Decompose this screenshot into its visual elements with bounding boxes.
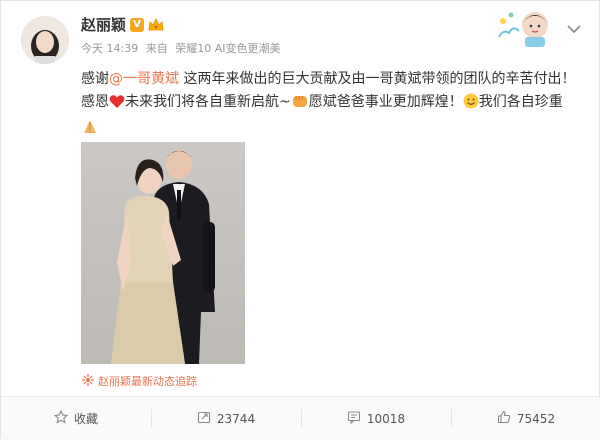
post-time[interactable]: 今天 14:39 <box>81 42 138 55</box>
username[interactable]: 赵丽颖 V <box>81 14 164 35</box>
like-button[interactable]: 75452 <box>451 397 600 440</box>
favorite-button[interactable]: 收藏 <box>1 397 151 440</box>
action-bar: 收藏 23744 10018 75452 <box>1 397 600 440</box>
chevron-down-icon[interactable] <box>567 19 581 34</box>
username-text[interactable]: 赵丽颖 <box>81 14 126 35</box>
repost-icon <box>197 410 211 427</box>
post-text: 感谢@一哥黄斌 这两年来做出的巨大贡献及由一哥黄斌带领的团队的辛苦付出！ 感恩未… <box>81 68 581 143</box>
avatar[interactable] <box>21 16 69 64</box>
comment-count: 10018 <box>366 411 406 426</box>
comment-icon <box>347 410 361 427</box>
from-label: 来自 <box>145 42 168 55</box>
verified-badge: V <box>130 17 145 32</box>
link-icon <box>82 373 94 389</box>
post-meta: 今天 14:39 来自 荣耀10 AI变色更潮美 <box>81 40 284 56</box>
post-text-segment: 感谢 <box>81 71 109 87</box>
repost-count: 23744 <box>216 411 256 426</box>
heart-icon <box>109 94 125 117</box>
smile-icon <box>463 93 479 117</box>
card-decoration-icon <box>497 7 553 47</box>
post-text-segment: 愿斌爸爸事业更加辉煌！ <box>308 94 463 110</box>
mention-link[interactable]: @一哥黄斌 <box>109 71 179 87</box>
post-text-segment: 我们各自珍重 <box>478 94 563 110</box>
like-count: 75452 <box>516 411 556 426</box>
crown-icon <box>148 17 164 32</box>
post-photo[interactable] <box>81 142 245 364</box>
post-text-segment: 这两年来做出的巨大贡献及由一哥黄斌带领的团队的辛苦付出！ <box>179 71 576 87</box>
post-text-segment: 感恩 <box>81 94 109 110</box>
device-source[interactable]: 荣耀10 AI变色更潮美 <box>175 42 280 55</box>
favorite-label: 收藏 <box>73 412 98 426</box>
source-link-text[interactable]: 赵丽颖最新动态追踪 <box>98 373 197 389</box>
pray-icon <box>81 119 99 143</box>
thumb-up-icon <box>497 410 511 427</box>
post-text-segment: 未来我们将各自重新启航~ <box>125 94 291 110</box>
repost-button[interactable]: 23744 <box>151 397 301 440</box>
star-icon <box>53 409 69 427</box>
source-link[interactable]: 赵丽颖最新动态追踪 <box>82 373 197 389</box>
weibo-post-card: 赵丽颖 V 今天 14:39 来自 荣耀10 AI变色更潮美 感谢@一哥黄斌 这… <box>0 0 600 440</box>
fist-icon <box>291 93 309 117</box>
comment-button[interactable]: 10018 <box>301 397 451 440</box>
